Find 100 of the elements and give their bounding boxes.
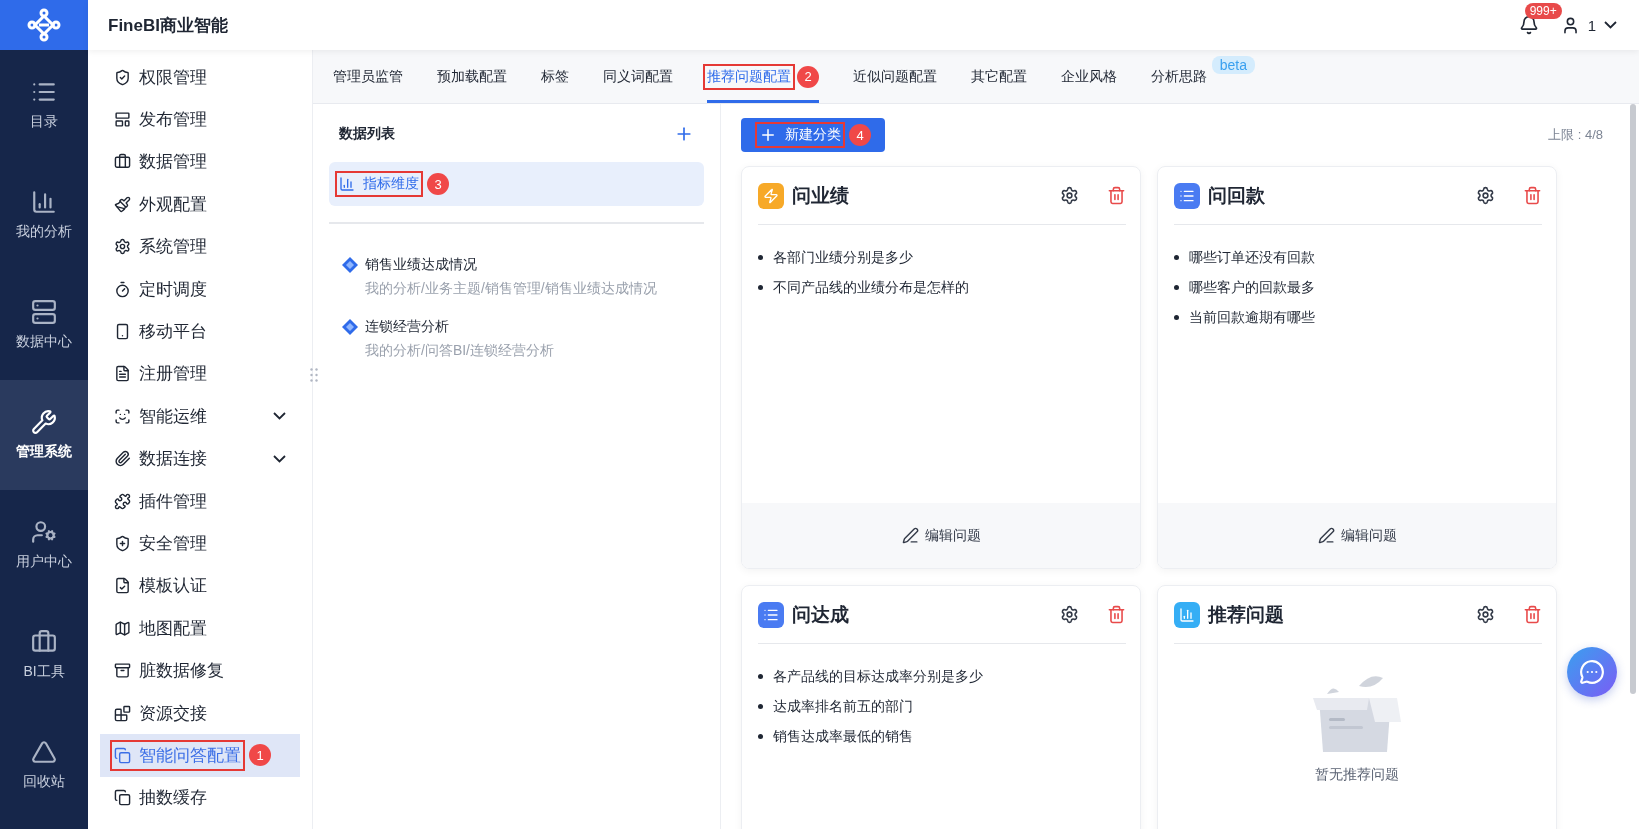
edit-questions-button[interactable]: 编辑问题 xyxy=(742,503,1140,568)
trash-icon xyxy=(1107,605,1126,624)
bullet-dot xyxy=(1174,314,1179,320)
question-item: 不同产品线的业绩分布是怎样的 xyxy=(773,278,969,297)
wrench-icon xyxy=(31,409,57,435)
limit-text: 上限 : 4/8 xyxy=(1548,126,1603,144)
rail-item[interactable]: 管理系统 xyxy=(0,380,88,490)
sidebar-item[interactable]: 系统管理 xyxy=(100,225,300,268)
analysis-path: 我的分析/业务主题/销售管理/销售业绩达成情况 xyxy=(364,280,658,298)
copy-icon xyxy=(114,746,131,764)
new-category-button[interactable]: 新建分类 4 xyxy=(741,118,885,152)
sidebar-item[interactable]: 资源交接 xyxy=(100,691,300,735)
bullet-dot xyxy=(758,254,763,260)
card-title: 问业绩 xyxy=(792,183,850,208)
settings-button[interactable] xyxy=(1060,605,1079,624)
notification-badge: 999+ xyxy=(1524,3,1562,19)
rail-item[interactable]: 回收站 xyxy=(0,710,88,820)
sidebar-item[interactable]: 外观配置 xyxy=(100,183,300,226)
rail-item[interactable]: 我的分析 xyxy=(0,160,88,270)
card-title: 问达成 xyxy=(792,602,850,627)
sidebar-item[interactable]: 数据连接 xyxy=(100,437,300,480)
sidebar-item[interactable]: 插件管理 xyxy=(100,479,300,523)
list-item[interactable]: 指标维度 3 xyxy=(329,162,704,206)
step-badge: 2 xyxy=(797,65,819,88)
question-item: 各产品线的目标达成率分别是多少 xyxy=(773,667,983,686)
settings-icon xyxy=(1060,186,1079,205)
drag-handle-icon[interactable] xyxy=(310,368,318,382)
sidebar-item[interactable]: 脏数据修复 xyxy=(100,649,300,692)
sidebar-item[interactable]: 地图配置 xyxy=(100,607,300,650)
delete-button[interactable] xyxy=(1107,605,1126,624)
timer-icon xyxy=(114,280,131,298)
tab[interactable]: 其它配置 xyxy=(971,50,1027,103)
chat-icon xyxy=(1579,659,1605,685)
shield-icon xyxy=(114,68,131,86)
sidebar-item[interactable]: 抽数缓存 xyxy=(100,776,300,820)
sidebar-item[interactable]: 注册管理 xyxy=(100,352,300,396)
card-title: 推荐问题 xyxy=(1208,602,1285,627)
delete-button[interactable] xyxy=(1523,605,1542,624)
question-item: 各部门业绩分别是多少 xyxy=(773,248,913,267)
tab[interactable]: 企业风格 xyxy=(1061,50,1117,103)
sidebar-item[interactable]: 发布管理 xyxy=(100,98,300,141)
toolbox-icon xyxy=(31,629,57,655)
bar-chart-icon xyxy=(31,189,57,215)
card-title: 问回款 xyxy=(1208,183,1266,208)
delete-button[interactable] xyxy=(1523,186,1542,205)
question-item: 当前回款逾期有哪些 xyxy=(1189,308,1315,327)
chevron-icon xyxy=(1604,21,1617,29)
sidebar-item[interactable]: 数据管理 xyxy=(100,140,300,184)
list-title: 数据列表 xyxy=(339,125,395,143)
sidebar-item[interactable]: 权限管理 xyxy=(100,56,300,99)
lightning-icon xyxy=(758,182,784,209)
empty-text: 暂无推荐问题 xyxy=(1315,766,1399,784)
settings-button[interactable] xyxy=(1060,186,1079,205)
layout-icon xyxy=(114,111,131,129)
tab[interactable]: 标签 xyxy=(541,50,569,103)
edit-questions-button[interactable]: 编辑问题 xyxy=(1158,503,1556,568)
tab[interactable]: 同义词配置 xyxy=(603,50,673,103)
blocks-icon xyxy=(114,704,131,722)
bar-chart-icon xyxy=(1174,601,1200,628)
step-badge: 3 xyxy=(427,173,449,195)
list-icon xyxy=(758,601,784,628)
rail-item[interactable]: 用户中心 xyxy=(0,490,88,600)
trash-icon xyxy=(1523,186,1542,205)
sidebar-item[interactable]: 智能问答配置 1 xyxy=(100,734,300,777)
bullet-dot xyxy=(1174,254,1179,260)
rail-item[interactable]: 目录 xyxy=(0,50,88,160)
app-title: FineBI商业智能 xyxy=(108,14,229,37)
sidebar-item[interactable]: 移动平台 xyxy=(100,310,300,353)
bell-icon[interactable] xyxy=(1518,15,1539,35)
beta-badge: beta xyxy=(1211,56,1255,74)
copy-icon xyxy=(114,789,131,807)
tab[interactable]: 管理员监管 xyxy=(333,50,403,103)
settings-button[interactable] xyxy=(1476,605,1495,624)
rail-item[interactable]: BI工具 xyxy=(0,600,88,710)
question-item: 哪些客户的回款最多 xyxy=(1189,278,1315,297)
question-item: 达成率排名前五的部门 xyxy=(773,697,913,716)
brush-icon xyxy=(114,195,131,213)
sidebar-item[interactable]: 模板认证 xyxy=(100,564,300,608)
sidebar-item[interactable]: 智能运维 xyxy=(100,395,300,438)
diamond-icon xyxy=(341,318,359,336)
plus-icon xyxy=(759,126,777,144)
puzzle-icon xyxy=(114,492,131,510)
chat-button[interactable] xyxy=(1567,647,1617,697)
briefcase-icon xyxy=(114,153,131,171)
tab[interactable]: 预加载配置 xyxy=(437,50,507,103)
rail-item[interactable]: 数据中心 xyxy=(0,270,88,380)
analysis-name[interactable]: 销售业绩达成情况 xyxy=(365,256,477,274)
user-menu[interactable]: 1 xyxy=(1560,15,1617,35)
delete-button[interactable] xyxy=(1107,186,1126,205)
diamond-icon xyxy=(341,256,359,274)
sidebar-item[interactable]: 定时调度 xyxy=(100,267,300,311)
analysis-name[interactable]: 连锁经营分析 xyxy=(365,318,449,336)
bullet-dot xyxy=(758,703,763,709)
sidebar-item[interactable]: 安全管理 xyxy=(100,522,300,565)
settings-button[interactable] xyxy=(1476,186,1495,205)
tab[interactable]: 近似问题配置 xyxy=(853,50,937,103)
settings-icon xyxy=(1476,186,1495,205)
settings-icon xyxy=(1476,605,1495,624)
logo-icon[interactable] xyxy=(0,0,88,50)
shield-icon xyxy=(114,535,131,552)
